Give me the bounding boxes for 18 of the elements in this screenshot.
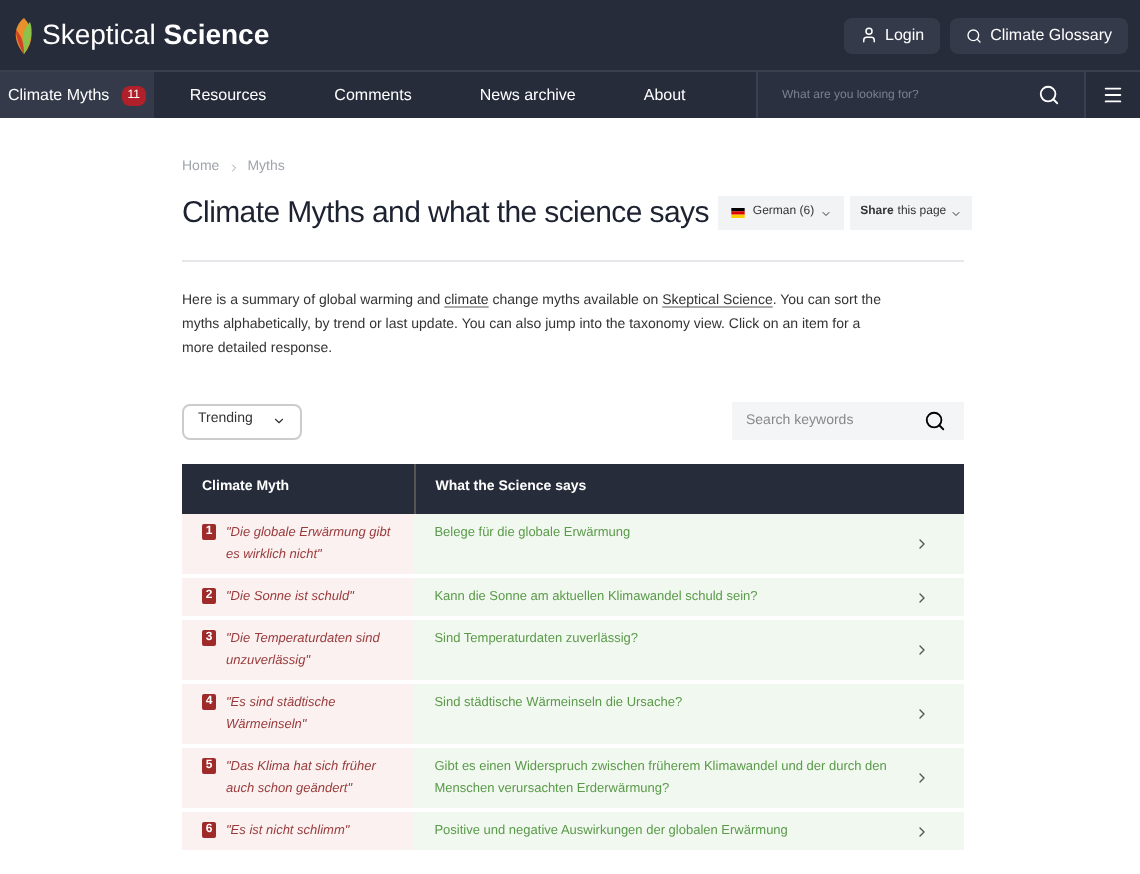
nav-tab[interactable]: About <box>643 72 686 118</box>
search-icon <box>966 27 983 43</box>
chevron-icon <box>227 162 240 175</box>
menu-icon[interactable] <box>1102 84 1124 106</box>
nav-tab[interactable]: News archive <box>479 72 576 118</box>
caret-icon <box>820 207 833 220</box>
logo-icon <box>12 15 36 55</box>
glossary-button[interactable]: Climate Glossary <box>950 17 1128 53</box>
caret-icon <box>950 207 963 220</box>
brand-name[interactable]: Skeptical Science <box>42 14 270 56</box>
search-icon[interactable] <box>924 410 946 432</box>
nav-tab[interactable]: Resources <box>189 72 267 118</box>
caret-icon <box>272 414 286 428</box>
flag-icon <box>730 208 747 219</box>
page-title: Climate Myths and what the science says <box>182 193 709 233</box>
user-icon <box>859 26 878 44</box>
nav-tab[interactable]: Comments <box>334 72 412 118</box>
login-button[interactable]: Login <box>843 17 941 53</box>
